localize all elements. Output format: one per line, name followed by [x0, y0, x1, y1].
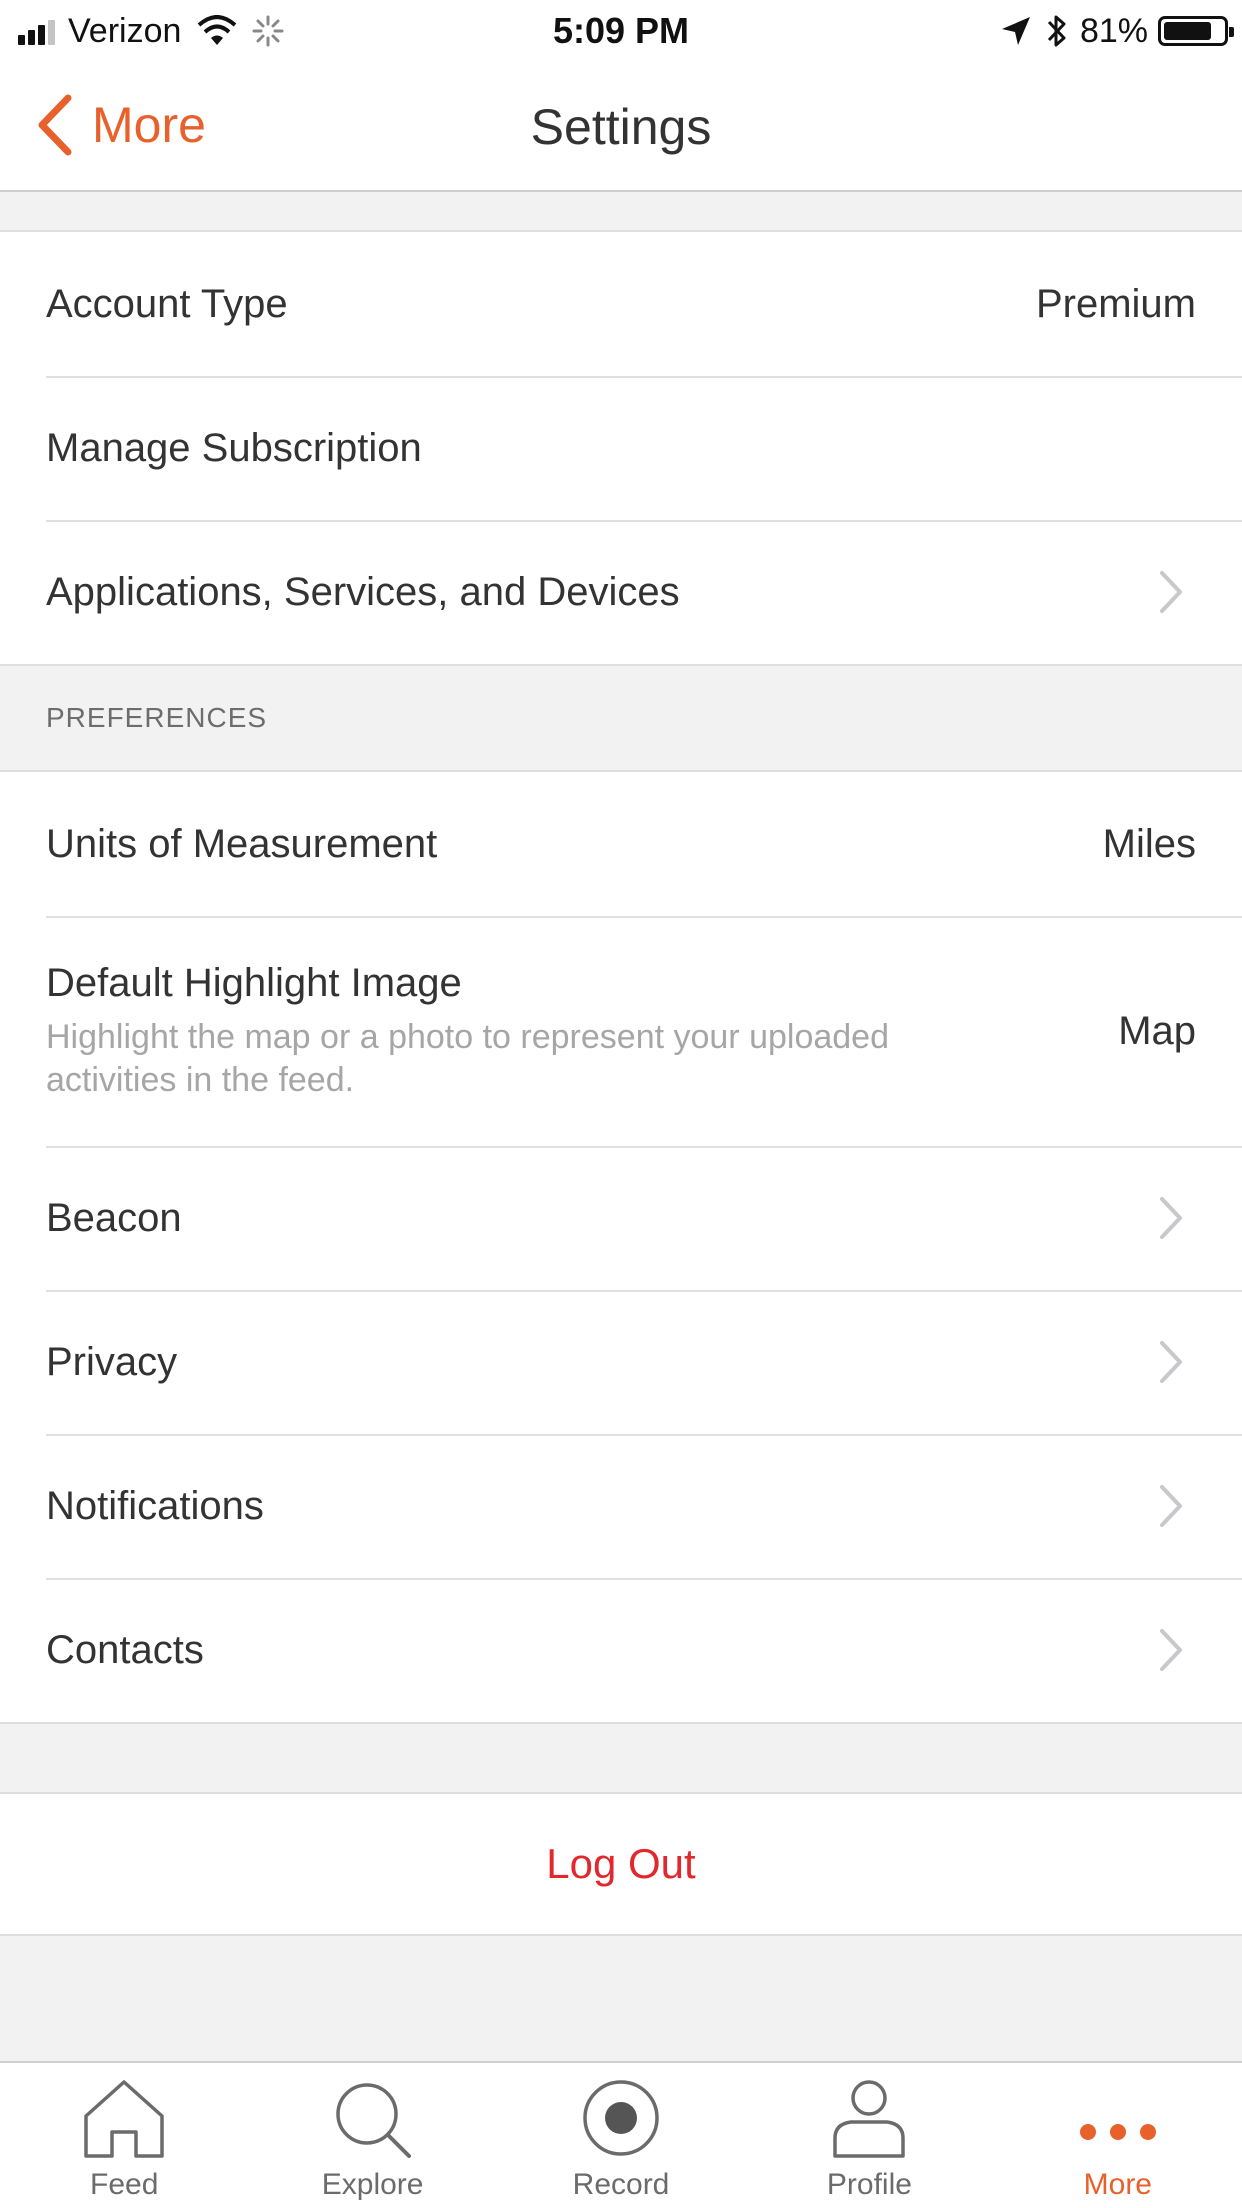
battery-level: [1164, 22, 1211, 40]
row-label: Account Type: [46, 281, 288, 326]
row-value: Premium: [1035, 281, 1196, 326]
bluetooth-icon: [1047, 15, 1066, 47]
row-subtitle: Highlight the map or a photo to represen…: [46, 1017, 889, 1099]
section-spacer: [0, 1724, 1242, 1794]
row-value: Map: [1118, 1008, 1196, 1053]
row-value: Miles: [1102, 821, 1196, 866]
row-label: Units of Measurement: [46, 821, 438, 866]
account-group: Account Type Premium Manage Subscription…: [0, 232, 1242, 666]
home-icon: [84, 2080, 164, 2158]
tab-label: More: [1083, 2168, 1152, 2201]
log-out-button[interactable]: Log Out: [0, 1794, 1242, 1936]
tab-label: Record: [572, 2168, 670, 2201]
tab-record[interactable]: Record: [497, 2063, 745, 2208]
row-text: Default Highlight Image Highlight the ma…: [46, 961, 906, 1102]
person-icon: [833, 2080, 906, 2158]
record-icon: [583, 2080, 659, 2156]
status-right: 81%: [1000, 10, 1234, 52]
chevron-right-icon: [1160, 1629, 1182, 1671]
battery-icon: [1158, 16, 1234, 46]
settings-list: Account Type Premium Manage Subscription…: [0, 192, 1242, 1936]
chevron-right-icon: [1160, 571, 1182, 613]
more-dots-icon: [1079, 2124, 1156, 2140]
navigation-bar: More Settings: [0, 60, 1242, 192]
top-section-gap: [0, 192, 1242, 232]
row-label: Privacy: [46, 1339, 178, 1384]
tab-explore[interactable]: Explore: [248, 2063, 496, 2208]
row-label: Applications, Services, and Devices: [46, 569, 680, 614]
battery-percentage: 81%: [1079, 11, 1148, 50]
contacts-row[interactable]: Contacts: [0, 1578, 1242, 1722]
beacon-row[interactable]: Beacon: [0, 1146, 1242, 1290]
row-label: Notifications: [46, 1483, 264, 1528]
tab-label: Profile: [826, 2168, 912, 2201]
chevron-right-icon: [1160, 1341, 1182, 1383]
tab-more[interactable]: More: [994, 2063, 1242, 2208]
default-highlight-image-row[interactable]: Default Highlight Image Highlight the ma…: [0, 916, 1242, 1146]
tab-bar: Feed Explore Record Profile More: [0, 2061, 1242, 2208]
account-type-row[interactable]: Account Type Premium: [0, 232, 1242, 376]
tab-feed[interactable]: Feed: [0, 2063, 248, 2208]
manage-subscription-row[interactable]: Manage Subscription: [0, 376, 1242, 520]
row-label: Beacon: [46, 1195, 182, 1240]
tab-profile[interactable]: Profile: [745, 2063, 993, 2208]
units-of-measurement-row[interactable]: Units of Measurement Miles: [0, 772, 1242, 916]
row-label: Contacts: [46, 1627, 204, 1672]
applications-services-devices-row[interactable]: Applications, Services, and Devices: [0, 520, 1242, 664]
preferences-group: Units of Measurement Miles Default Highl…: [0, 772, 1242, 1724]
tab-label: Feed: [90, 2168, 159, 2201]
search-icon: [335, 2083, 411, 2158]
row-label: Manage Subscription: [46, 425, 422, 470]
chevron-right-icon: [1160, 1485, 1182, 1527]
section-header-preferences: PREFERENCES: [0, 666, 1242, 772]
status-bar: Verizon 5:09 PM 81%: [0, 0, 1242, 60]
tab-label: Explore: [321, 2168, 424, 2201]
row-label: Default Highlight Image: [46, 960, 462, 1005]
location-arrow-icon: [1001, 17, 1030, 45]
privacy-row[interactable]: Privacy: [0, 1290, 1242, 1434]
page-title: Settings: [530, 99, 712, 155]
notifications-row[interactable]: Notifications: [0, 1434, 1242, 1578]
battery-tip: [1229, 27, 1234, 37]
chevron-right-icon: [1160, 1197, 1182, 1239]
